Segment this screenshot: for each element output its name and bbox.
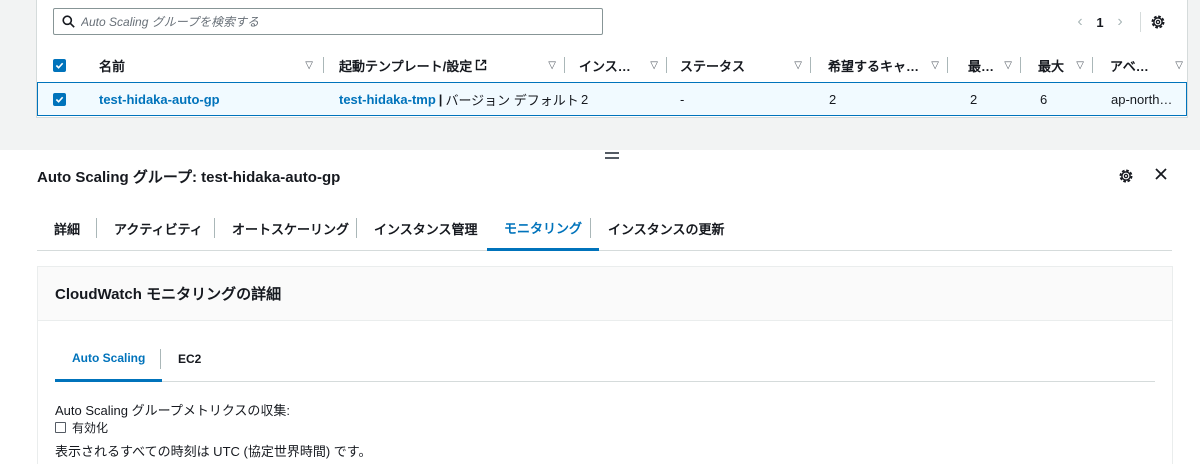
utc-time-note: 表示されるすべての時刻は UTC (協定世界時間) です。 [55,444,372,459]
sort-icon[interactable]: ▽ [1175,60,1187,71]
instances-value: 2 [581,91,589,107]
tab-instance-management[interactable]: インスタンス管理 [357,206,494,250]
min-value: 2 [970,91,978,107]
col-header-az[interactable]: アベ… ▽ [1110,50,1187,80]
col-divider[interactable] [323,57,324,73]
sort-icon[interactable]: ▽ [650,60,666,71]
col-header-name[interactable]: 名前 ▽ [99,50,321,80]
table-row[interactable]: test-hidaka-auto-gp test-hidaka-tmp | バー… [37,82,1187,116]
tab-activity[interactable]: アクティビティ [97,206,220,250]
pager-divider [1140,12,1141,32]
subtab-ec2[interactable]: EC2 [161,337,218,381]
gear-icon[interactable] [1149,13,1167,31]
max-value: 6 [1040,91,1048,107]
col-divider[interactable] [564,57,565,73]
col-divider[interactable] [947,57,948,73]
desired-value: 2 [829,91,837,107]
checkbox-icon [55,62,64,69]
enable-checkbox[interactable] [55,422,66,433]
search-icon [62,15,75,28]
tab-autoscaling[interactable]: オートスケーリング [215,206,366,250]
page-title: Auto Scaling グループ: test-hidaka-auto-gp [37,169,341,186]
tab-monitoring[interactable]: モニタリング [487,206,600,251]
close-icon[interactable] [1153,166,1169,182]
metrics-collection-label: Auto Scaling グループメトリクスの収集: [55,403,291,418]
sort-icon[interactable]: ▽ [931,60,947,71]
sort-icon[interactable]: ▽ [794,60,810,71]
select-all-checkbox[interactable] [53,58,66,72]
col-divider[interactable] [666,57,667,73]
autoscaling-groups-panel: ‹ 1 › 名前▽ 起動テンプレート/設定 ▽ インス…▽ [0,0,1200,150]
row-select-cell[interactable] [53,83,73,115]
gear-icon[interactable] [1117,167,1135,185]
page-number[interactable]: 1 [1090,15,1110,30]
col-header-min[interactable]: 最… ▽ [968,50,1020,80]
monitoring-subtabs: Auto Scaling EC2 [55,337,1155,382]
col-divider[interactable] [810,57,811,73]
col-divider[interactable] [1020,57,1021,73]
col-header-instances[interactable]: インス… ▽ [579,50,666,80]
enable-label: 有効化 [72,421,109,435]
sort-icon[interactable]: ▽ [1076,60,1092,71]
col-header-status[interactable]: ステータス ▽ [680,50,810,80]
col-header-max[interactable]: 最大 ▽ [1038,50,1092,80]
col-divider[interactable] [1092,57,1093,73]
chevron-left-icon[interactable]: ‹ [1070,12,1090,32]
checkbox-icon [55,96,64,103]
sort-icon[interactable]: ▽ [1004,60,1020,71]
select-all-cell[interactable] [53,50,73,80]
template-link[interactable]: test-hidaka-tmp [339,92,436,107]
subtab-auto-scaling[interactable]: Auto Scaling [55,337,163,382]
search-box[interactable] [53,8,603,35]
template-version: バージョン デフォルト [445,92,579,108]
tab-details[interactable]: 詳細 [37,206,97,250]
enable-metrics-toggle[interactable]: 有効化 [55,419,108,436]
external-link-icon [476,59,487,71]
search-input[interactable] [81,14,581,29]
col-header-template[interactable]: 起動テンプレート/設定 ▽ [339,50,564,80]
sort-icon[interactable]: ▽ [305,60,321,71]
chevron-right-icon[interactable]: › [1110,12,1130,32]
pagination: ‹ 1 › [1070,12,1167,32]
drag-handle-icon[interactable] [605,152,619,162]
cloudwatch-panel: CloudWatch モニタリングの詳細 Auto Scaling EC2 Au… [37,266,1173,464]
table-header: 名前 ▽ 起動テンプレート/設定 ▽ インス… ▽ ステータス ▽ 希望するキャ… ▽ … [37,50,1187,80]
col-header-desired[interactable]: 希望するキャ… ▽ [828,50,947,80]
status-value: - [680,91,685,107]
az-value: ap-north… [1111,91,1173,107]
group-name-link[interactable]: test-hidaka-auto-gp [99,92,220,107]
template-separator: | [438,91,443,107]
row-checkbox[interactable] [53,92,66,106]
tab-instance-refresh[interactable]: インスタンスの更新 [591,206,741,250]
sort-icon[interactable]: ▽ [548,60,564,71]
detail-tabs: 詳細 アクティビティ オートスケーリング インスタンス管理 モニタリング インス… [37,206,1172,251]
cloudwatch-header: CloudWatch モニタリングの詳細 [38,267,1172,321]
